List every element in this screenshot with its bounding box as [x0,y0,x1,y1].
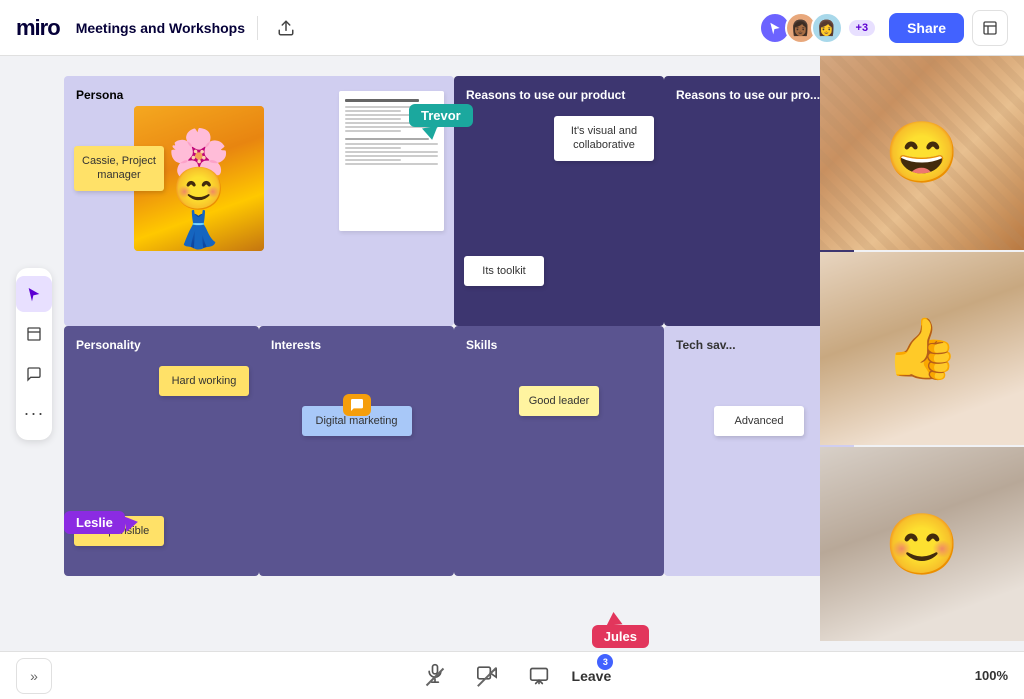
skills-section: Skills Good leader [454,326,664,576]
bottom-center-controls: 3 Leave [417,658,609,694]
interests-section: Interests Digital marketing [259,326,454,576]
trevor-cursor-container: Trevor [409,104,473,140]
notes-button[interactable] [972,10,1008,46]
reasons-section: Reasons to use our product It's visual a… [454,76,664,326]
left-toolbar: ··· [16,268,52,440]
mic-button[interactable] [417,658,453,694]
board-area: Persona 🌸 😊 👗 [64,76,854,651]
note-tool-button[interactable] [16,316,52,352]
interests-section-title: Interests [271,338,442,352]
zoom-level: 100% [975,668,1008,683]
camera-icon [476,663,498,688]
jules-cursor-label: Jules [592,625,649,648]
good-leader-sticky: Good leader [519,386,599,416]
bottom-left-controls: » [16,658,52,694]
hard-working-sticky: Hard working [159,366,249,396]
personality-section-title: Personality [76,338,247,352]
collaborators-list: 👩🏾 👩 +3 [759,12,878,44]
topbar-divider [257,16,258,40]
camera-button[interactable] [469,658,505,694]
tech-section-title: Tech sav... [676,338,842,352]
participants-badge: 3 [597,654,613,670]
board-title: Meetings and Workshops [76,20,245,36]
participants-leave-container[interactable]: 3 Leave [573,658,609,694]
share-screen-icon [529,666,549,686]
more-tools-button[interactable]: ··· [16,396,52,432]
video-tile-1: 😄 [820,56,1024,250]
video-tile-2: 👍 [820,252,1024,446]
advanced-sticky: Advanced [714,406,804,436]
app-logo: miro [16,15,60,41]
digital-marketing-sticky: Digital marketing [302,406,412,436]
main-canvas[interactable]: ··· Persona 🌸 😊 👗 [0,56,1024,651]
bottom-bar: » [0,651,1024,699]
extra-collaborators-badge: +3 [847,18,878,38]
expand-panel-button[interactable]: » [16,658,52,694]
persona-section: Persona 🌸 😊 👗 [64,76,454,326]
video-tile-3: 😊 [820,447,1024,641]
top-bar: miro Meetings and Workshops 👩🏾 👩 +3 Shar… [0,0,1024,56]
reasons-section-title: Reasons to use our product [466,88,652,102]
share-button[interactable]: Share [889,13,964,43]
leave-button[interactable]: Leave [572,668,612,684]
jules-cursor-container: Jules [592,612,649,648]
trevor-cursor-label: Trevor [409,104,473,127]
visual-collaborative-sticky: It's visual and collaborative [554,116,654,161]
leslie-cursor-container: Leslie [64,511,138,534]
comment-tool-button[interactable] [16,356,52,392]
share-screen-button[interactable] [521,658,557,694]
avatar-2: 👩 [811,12,843,44]
leslie-cursor-arrow [124,513,140,531]
jules-cursor-arrow [605,611,622,625]
skills-section-title: Skills [466,338,652,352]
its-toolkit-sticky: Its toolkit [464,256,544,286]
reasons2-section-title: Reasons to use our pro... [676,88,842,102]
chat-icon [343,394,371,416]
cassie-sticky: Cassie, Project manager [74,146,164,191]
upload-button[interactable] [270,12,302,44]
select-tool-button[interactable] [16,276,52,312]
trevor-cursor-arrow [422,126,440,142]
video-panel: 😄 👍 😊 [820,56,1024,641]
mic-icon [425,663,445,688]
personality-section: Personality Hard working Responsible [64,326,259,576]
leslie-cursor-label: Leslie [64,511,125,534]
